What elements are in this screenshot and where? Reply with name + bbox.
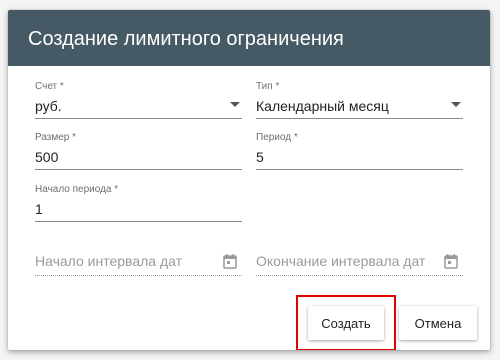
size-underline [35, 169, 242, 170]
period-start-label: Начало периода * [35, 184, 119, 195]
type-value: Календарный месяц [256, 98, 389, 114]
period-label: Период * [256, 132, 298, 143]
account-select[interactable]: Счет * руб. [35, 81, 242, 119]
dropdown-arrow-icon[interactable] [230, 102, 240, 107]
dropdown-arrow-icon[interactable] [451, 102, 461, 107]
size-value[interactable]: 500 [35, 148, 58, 166]
period-start-input[interactable]: Начало периода * 1 [35, 184, 242, 222]
calendar-icon[interactable] [222, 253, 238, 269]
account-value: руб. [35, 98, 62, 114]
date-interval-end-placeholder: Окончание интервала дат [256, 253, 426, 269]
dialog-title: Создание лимитного ограничения [28, 28, 344, 50]
period-input[interactable]: Период * 5 [256, 132, 463, 170]
period-start-underline [35, 221, 242, 222]
period-start-value[interactable]: 1 [35, 200, 43, 218]
calendar-icon[interactable] [443, 253, 459, 269]
create-limit-dialog: Создание лимитного ограничения Счет * ру… [8, 10, 490, 350]
date-interval-start-input[interactable]: Начало интервала дат [35, 244, 242, 276]
size-input[interactable]: Размер * 500 [35, 132, 242, 170]
size-label: Размер * [35, 132, 77, 143]
date-interval-start-underline [35, 275, 242, 276]
cancel-button[interactable]: Отмена [399, 306, 477, 340]
type-label: Тип * [256, 81, 280, 92]
date-interval-end-input[interactable]: Окончание интервала дат [256, 244, 463, 276]
dialog-header: Создание лимитного ограничения [8, 10, 490, 66]
period-underline [256, 169, 463, 170]
type-select[interactable]: Тип * Календарный месяц [256, 81, 463, 119]
account-underline [35, 118, 242, 119]
type-underline [256, 118, 463, 119]
date-interval-start-placeholder: Начало интервала дат [35, 253, 183, 269]
period-value[interactable]: 5 [256, 148, 264, 166]
create-button-highlight [296, 295, 396, 350]
account-label: Счет * [35, 81, 64, 92]
date-interval-end-underline [256, 275, 463, 276]
